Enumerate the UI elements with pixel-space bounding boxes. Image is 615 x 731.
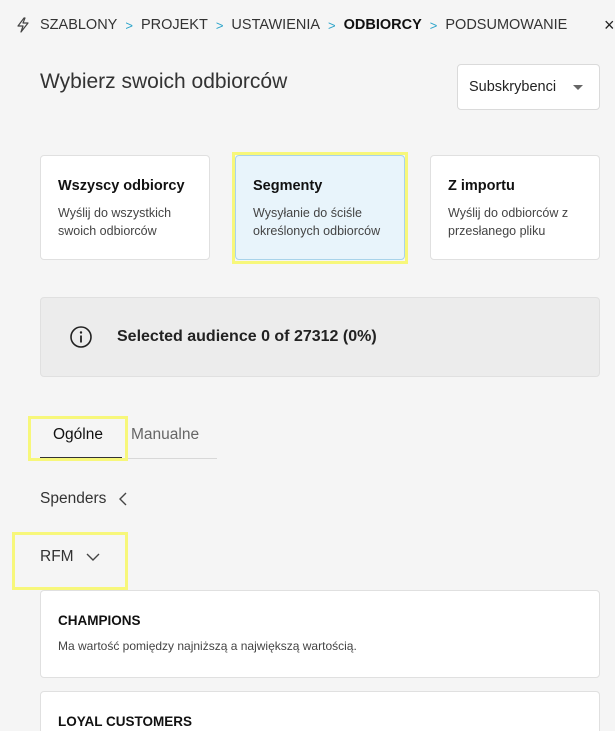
group-label: Spenders xyxy=(40,490,107,507)
breadcrumb: SZABLONY > PROJEKT > USTAWIENIA > ODBIOR… xyxy=(16,14,567,36)
group-spenders[interactable]: Spenders xyxy=(40,490,128,508)
option-card-segments[interactable]: Segmenty Wysyłanie do ściśle określonych… xyxy=(235,155,405,260)
chevron-left-icon xyxy=(118,492,128,506)
select-value: Subskrybenci xyxy=(469,79,557,95)
selected-audience-info: Selected audience 0 of 27312 (0%) xyxy=(40,297,600,377)
segment-card-loyal-customers[interactable]: LOYAL CUSTOMERS xyxy=(40,691,600,731)
group-label: RFM xyxy=(40,548,74,565)
option-desc: Wyślij do wszystkich swoich odbiorców xyxy=(58,206,172,238)
option-title: Z importu xyxy=(448,178,515,194)
chevron-down-icon xyxy=(86,552,100,562)
bolt-icon xyxy=(16,17,30,33)
breadcrumb-separator: > xyxy=(215,17,224,33)
breadcrumb-separator: > xyxy=(429,17,438,33)
breadcrumb-separator: > xyxy=(328,17,336,33)
option-desc: Wyślij do odbiorców z przesłanego pliku xyxy=(448,206,569,238)
breadcrumb-item-szablony[interactable]: SZABLONY xyxy=(40,17,117,33)
tab-ogolne[interactable]: Ogólne xyxy=(40,422,122,459)
page-title: Wybierz swoich odbiorców xyxy=(40,70,288,93)
breadcrumb-separator: > xyxy=(125,17,133,33)
option-desc: Wysyłanie do ściśle określonych odbiorcó… xyxy=(253,206,381,238)
tab-manualne[interactable]: Manualne xyxy=(122,422,217,458)
close-icon[interactable]: × xyxy=(604,14,615,36)
selected-audience-text: Selected audience 0 of 27312 (0%) xyxy=(117,328,377,345)
segment-title: LOYAL CUSTOMERS xyxy=(58,714,193,729)
breadcrumb-item-podsumowanie[interactable]: PODSUMOWANIE xyxy=(445,17,567,33)
option-title: Segmenty xyxy=(253,178,323,194)
info-icon xyxy=(69,325,93,349)
breadcrumb-item-projekt[interactable]: PROJEKT xyxy=(141,17,208,33)
group-rfm[interactable]: RFM xyxy=(40,548,100,566)
segment-card-champions[interactable]: CHAMPIONS Ma wartość pomiędzy najniższą … xyxy=(40,590,600,678)
segment-title: CHAMPIONS xyxy=(58,613,141,628)
breadcrumb-item-odbiorcy[interactable]: ODBIORCY xyxy=(344,17,422,33)
option-title: Wszyscy odbiorcy xyxy=(58,178,185,194)
segment-desc: Ma wartość pomiędzy najniższą a najwięks… xyxy=(58,639,357,653)
segment-tabs: Ogólne Manualne xyxy=(40,422,217,459)
option-card-all[interactable]: Wszyscy odbiorcy Wyślij do wszystkich sw… xyxy=(40,155,210,260)
option-card-import[interactable]: Z importu Wyślij do odbiorców z przesłan… xyxy=(430,155,600,260)
audience-type-select[interactable]: Subskrybenci xyxy=(457,64,600,110)
caret-down-icon xyxy=(573,85,583,90)
breadcrumb-item-ustawienia[interactable]: USTAWIENIA xyxy=(231,17,320,33)
